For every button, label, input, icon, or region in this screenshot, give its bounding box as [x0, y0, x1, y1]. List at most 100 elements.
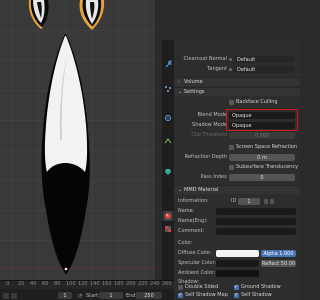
double-sided-checkbox[interactable] [178, 285, 183, 290]
screen-space-refraction-label: Screen Space Refraction [236, 144, 298, 150]
ambient-color-swatch[interactable] [216, 270, 259, 277]
constraints-icon[interactable] [163, 136, 173, 146]
id-field[interactable]: 1 [238, 198, 260, 205]
subsurface-translucency-row: Subsurface Translucency [174, 163, 300, 172]
name-eng-field[interactable] [216, 218, 296, 225]
wrench-icon[interactable] [163, 59, 173, 69]
timeline-tick-label: 120 [78, 281, 88, 287]
comment-label: Comment: [178, 228, 205, 234]
tangent-row: Tangent Default [174, 65, 300, 74]
settings-section-header[interactable]: ⌄ Settings [174, 87, 300, 96]
mmd-material-section-header[interactable]: ⌄ MMD Material [174, 185, 300, 194]
tangent-field[interactable]: Default [234, 66, 294, 73]
id-label: ID [231, 198, 237, 204]
right-ear-mesh [79, 0, 105, 30]
clearcoat-normal-label: Clearcoat Normal [183, 56, 227, 62]
timeline-bar[interactable]: 0 20 40 60 80 100 120 140 160 180 200 220 240 260 1 ◷… [0, 280, 174, 300]
id-slot-icon[interactable] [270, 199, 274, 204]
timeline-tick-label: 140 [90, 281, 100, 287]
play-icon[interactable] [11, 293, 17, 299]
link-dot-icon[interactable] [229, 58, 232, 61]
alpha-label: Alpha [263, 250, 278, 257]
timeline-tick-label: 80 [54, 281, 61, 287]
id-slot-icon[interactable] [264, 199, 268, 204]
timeline-tick-label: 160 [102, 281, 112, 287]
diffuse-color-row: Diffuse Color: Alpha 1.000 [174, 249, 300, 258]
ambient-color-row: Ambient Color: [174, 269, 300, 278]
current-frame-field[interactable]: 1 [58, 292, 72, 299]
information-label: Information: [178, 198, 209, 204]
timeline-tick-label: 260 [162, 281, 172, 287]
reflect-value: 50.00 [280, 260, 296, 267]
material-icon[interactable] [163, 211, 173, 221]
refraction-depth-label: Refraction Depth [184, 154, 227, 160]
pass-index-label: Pass Index [200, 174, 227, 180]
data-icon[interactable] [163, 167, 173, 177]
timeline-tick-label: 180 [114, 281, 124, 287]
wrench-icon-svg [165, 60, 172, 68]
physics-icon-svg [165, 115, 171, 121]
specular-color-label: Specular Color: [178, 260, 217, 266]
clip-threshold-field[interactable]: 0.500 [229, 132, 295, 139]
name-eng-row: Name(Eng): [174, 217, 300, 226]
tail-model [28, 0, 105, 275]
specular-color-swatch[interactable] [216, 260, 259, 267]
shadow-mode-label: Shadow Mode [192, 122, 227, 128]
timeline-tick-label: 20 [18, 281, 25, 287]
chevron-down-icon: ⌄ [178, 89, 183, 95]
pass-index-field[interactable]: 0 [229, 174, 295, 181]
texture-icon[interactable] [163, 224, 173, 234]
ambient-color-label: Ambient Color: [178, 270, 216, 276]
ground-shadow-checkbox[interactable] [234, 284, 239, 290]
comment-row: Comment: [174, 227, 300, 236]
link-dot-icon[interactable] [229, 68, 232, 71]
screen-space-refraction-checkbox[interactable] [229, 145, 234, 150]
blend-mode-label: Blend Mode [197, 112, 227, 118]
timeline-tick-label: 200 [126, 281, 136, 287]
diffuse-color-label: Diffuse Color: [178, 250, 212, 256]
start-label: Start [86, 293, 99, 299]
volume-section-label: Volume [184, 79, 203, 85]
color-heading-row: Color: [174, 239, 300, 248]
particles-icon[interactable] [163, 84, 173, 94]
name-eng-label: Name(Eng): [178, 218, 208, 224]
reflect-field[interactable]: Reflect 50.00 [261, 260, 296, 267]
timeline-tick-label: 100 [66, 281, 76, 287]
backface-culling-row: Backface Culling [174, 98, 300, 107]
information-row: Information: ID 1 [174, 197, 300, 206]
3d-viewport[interactable] [0, 0, 155, 291]
particles-icon-svg [165, 86, 171, 92]
volume-section-header[interactable]: › Volume [174, 77, 300, 86]
ground-shadow-label: Ground Shadow [241, 284, 281, 290]
name-row: Name: [174, 207, 300, 216]
timeline-ruler[interactable]: 0 20 40 60 80 100 120 140 160 180 200 220 240 260 [0, 281, 174, 289]
chevron-down-icon: ⌄ [178, 187, 183, 193]
physics-icon[interactable] [163, 113, 173, 123]
end-frame-field[interactable]: 250 [136, 292, 162, 299]
timeline-tick-label: 220 [138, 281, 148, 287]
highlight-box [226, 109, 298, 131]
color-heading: Color: [178, 240, 193, 246]
reflect-label: Reflect [261, 260, 280, 267]
clearcoat-normal-field[interactable]: Default [234, 56, 294, 63]
backface-culling-label: Backface Culling [236, 99, 278, 105]
data-icon-svg [165, 169, 171, 175]
alpha-field[interactable]: Alpha 1.000 [261, 250, 296, 257]
clip-threshold-row: Clip Threshold 0.500 [174, 131, 300, 140]
end-label: End [126, 293, 136, 299]
comment-field[interactable] [216, 228, 296, 235]
name-field[interactable] [216, 208, 296, 215]
jump-start-icon[interactable] [3, 293, 9, 299]
material-icon-svg [165, 213, 171, 219]
pass-index-row: Pass Index 0 [174, 173, 300, 182]
diffuse-color-swatch[interactable] [216, 250, 259, 257]
timeline-tick-label: 60 [42, 281, 49, 287]
subsurface-translucency-checkbox[interactable] [229, 165, 234, 170]
settings-section-label: Settings [184, 89, 205, 95]
backface-culling-checkbox[interactable] [229, 100, 234, 105]
chevron-right-icon: › [178, 79, 180, 85]
start-frame-field[interactable]: 1 [99, 292, 123, 299]
clearcoat-normal-row: Clearcoat Normal Default [174, 55, 300, 64]
constraints-icon-svg [164, 138, 172, 144]
refraction-depth-field[interactable]: 0 m [229, 154, 295, 161]
